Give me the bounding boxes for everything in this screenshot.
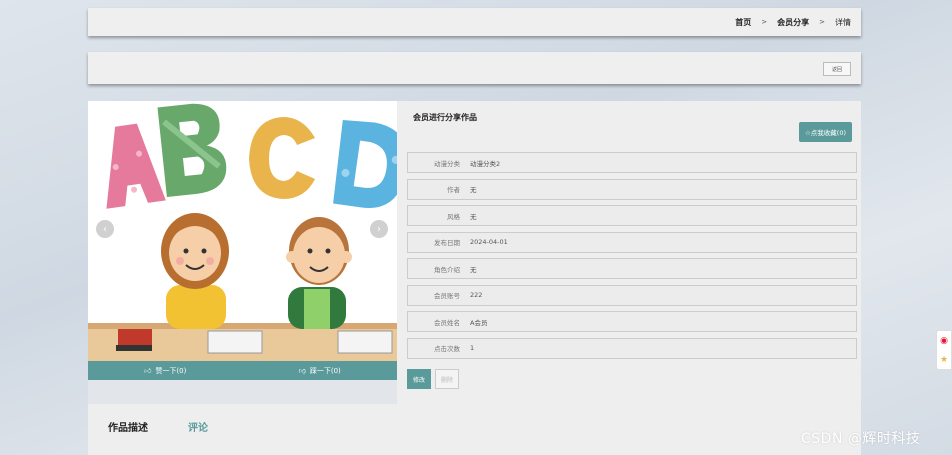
artwork-image xyxy=(88,101,397,361)
breadcrumb-section[interactable]: 会员分享 xyxy=(777,17,809,28)
girl-figure xyxy=(161,213,229,329)
tab-description[interactable]: 作品描述 xyxy=(108,419,148,434)
info-row: 会员姓名 A会员 xyxy=(407,311,857,332)
info-key: 风格 xyxy=(447,212,460,221)
thumbs-down-icon: 👎︎ xyxy=(298,367,306,375)
tab-comments[interactable]: 评论 xyxy=(188,419,208,434)
breadcrumb-current: 详情 xyxy=(835,17,851,27)
watermark: CSDN @辉时科技 xyxy=(801,431,921,447)
vote-bar-footer xyxy=(88,380,397,404)
info-row: 会员账号 222 xyxy=(407,284,857,306)
star-icon[interactable]: ★ xyxy=(940,355,948,365)
breadcrumb-separator: > xyxy=(819,18,825,26)
favorite-button[interactable]: ☆点我收藏(0) xyxy=(798,122,852,142)
info-value: 无 xyxy=(470,212,477,221)
info-key: 会员姓名 xyxy=(434,318,460,327)
weibo-icon[interactable]: ◉ xyxy=(940,336,948,346)
breadcrumb-home[interactable]: 首页 xyxy=(735,17,751,28)
info-rows: 动漫分类 动漫分类2 作者无 风格无 发布日期 2024-04-01 角色介绍无 会… xyxy=(407,152,857,364)
vote-bar: 👍︎ 赞一下(0) 👎︎ 踩一下(0) xyxy=(88,361,397,380)
back-button[interactable]: 返回 xyxy=(823,62,851,76)
like-label: 赞一下(0) xyxy=(155,366,187,375)
detail-content: ‹ › 👍︎ 赞一下(0) 👎︎ 踩一下(0) 作品描述 评论 会员进行分享作品… xyxy=(88,101,861,455)
info-key: 动漫分类 xyxy=(434,159,460,168)
image-carousel[interactable]: ‹ › xyxy=(88,101,397,361)
thumbs-up-icon: 👍︎ xyxy=(144,367,152,375)
dislike-button[interactable]: 👎︎ 踩一下(0) xyxy=(243,361,398,380)
like-button[interactable]: 👍︎ 赞一下(0) xyxy=(88,361,243,380)
edit-button[interactable]: 修改 xyxy=(407,369,431,389)
work-title: 会员进行分享作品 xyxy=(413,113,477,122)
breadcrumb: 首页 > 会员分享 > 详情 xyxy=(88,8,861,36)
detail-tabs: 作品描述 评论 xyxy=(108,419,208,434)
info-key: 会员账号 xyxy=(434,292,460,300)
work-actions: 修改 删除 xyxy=(407,369,459,389)
info-row: 作者 无 xyxy=(407,178,857,200)
breadcrumb-separator: > xyxy=(761,18,768,26)
info-value: 2024-04-01 xyxy=(470,238,508,246)
dislike-label: 踩一下(0) xyxy=(309,366,341,375)
info-row: 风格 无 xyxy=(407,205,857,226)
action-bar: 返回 xyxy=(88,52,861,84)
info-key: 作者 xyxy=(447,186,460,194)
info-key: 发布日期 xyxy=(434,239,460,247)
info-value: 222 xyxy=(470,291,483,299)
info-value: A会员 xyxy=(470,318,488,327)
info-row: 动漫分类 动漫分类2 xyxy=(407,152,857,173)
share-widget[interactable]: ◉ ★ xyxy=(936,330,952,370)
info-value: 无 xyxy=(470,265,477,274)
info-key: 点击次数 xyxy=(434,345,460,353)
info-row: 角色介绍 无 xyxy=(407,258,857,279)
carousel-prev-icon[interactable]: ‹ xyxy=(96,220,114,238)
info-value: 1 xyxy=(470,344,475,352)
info-row: 点击次数 1 xyxy=(407,337,857,359)
info-value: 动漫分类2 xyxy=(470,159,501,168)
info-key: 角色介绍 xyxy=(434,265,460,274)
carousel-next-icon[interactable]: › xyxy=(370,220,388,238)
delete-button[interactable]: 删除 xyxy=(435,369,459,389)
info-row: 发布日期 2024-04-01 xyxy=(407,231,857,253)
info-value: 无 xyxy=(470,186,477,194)
